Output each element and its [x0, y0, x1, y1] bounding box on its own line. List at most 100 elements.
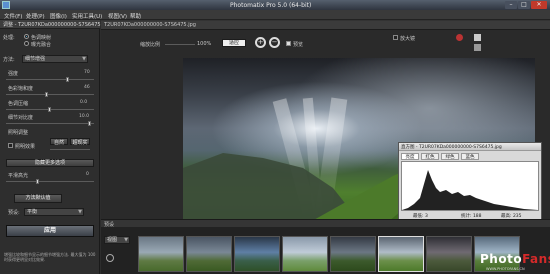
lighting-effects-label: 照明效果 — [15, 144, 36, 150]
zoom-slider-track[interactable] — [165, 44, 195, 45]
slider-knob-tone-compression[interactable] — [48, 107, 51, 112]
chevron-down-icon: ▼ — [78, 209, 82, 215]
document-name: T2UR07KDa000000000-S7S6475.jpg — [104, 22, 196, 28]
process-label: 处理: — [3, 35, 15, 41]
reset-defaults-button[interactable]: 方法默认值 — [14, 194, 62, 203]
zoom-in-icon[interactable]: + — [255, 37, 266, 48]
slider-track-strength[interactable] — [6, 79, 94, 80]
histogram-tab-luminance[interactable]: 亮度 — [401, 153, 419, 160]
slider-label-saturation: 色彩饱和度 — [8, 86, 34, 92]
preset-thumbnail[interactable] — [234, 236, 280, 272]
title-bar: Photomatix Pro 5.0 (64-bit) – □ ✕ — [0, 0, 550, 10]
slider-knob-detail-contrast[interactable] — [88, 121, 91, 126]
hint-text: 增强比较和细节显示的细节增强方法. 最大值为 100 时获得更明显对比效果. — [4, 252, 96, 262]
preset-thumbnail[interactable] — [138, 236, 184, 272]
loupe-label: 放大镜 — [400, 36, 416, 42]
method-select[interactable]: 细节增强 ▼ — [22, 55, 88, 63]
reset-defaults-label: 方法默认值 — [25, 195, 51, 201]
lighting-surreal-button[interactable]: 超现实 — [70, 138, 90, 146]
slider-label-detail-contrast: 细节对比度 — [8, 115, 34, 121]
histogram-graph — [402, 170, 538, 210]
menu-view[interactable]: 视图(V) — [108, 12, 127, 20]
preset-thumbnail-selected[interactable] — [378, 236, 424, 272]
window-title: Photomatix Pro 5.0 (64-bit) — [230, 2, 312, 9]
slider-knob-strength[interactable] — [66, 77, 69, 82]
process-radio-fusion[interactable] — [24, 41, 29, 46]
filmstrip-view-select[interactable]: 视图 ▼ — [104, 236, 130, 244]
preset-select[interactable]: 平衡 ▼ — [24, 208, 84, 216]
record-icon[interactable] — [456, 34, 463, 41]
histogram-plot — [401, 161, 539, 211]
menu-file[interactable]: 文件(F) — [4, 12, 22, 20]
lighting-slider-track[interactable] — [50, 149, 90, 150]
method-value: 细节增强 — [25, 56, 46, 62]
slider-value-tone-compression: 0.0 — [80, 100, 88, 105]
process-radio-tonemap[interactable] — [24, 34, 29, 39]
slider-value-detail-contrast: 10.0 — [79, 114, 90, 119]
preset-thumbnail[interactable] — [186, 236, 232, 272]
preview-label: 预览 — [293, 42, 304, 48]
slider-label-tone-compression: 色调压缩 — [8, 101, 29, 107]
layout-icon[interactable] — [474, 44, 481, 51]
zoom-label: 缩放比例 — [140, 42, 161, 48]
slider-track-detail-contrast[interactable] — [6, 123, 94, 124]
slider-track-saturation[interactable] — [6, 94, 94, 95]
preset-thumbnail[interactable] — [426, 236, 472, 272]
fit-label: 适应 — [228, 40, 239, 46]
minimize-button[interactable]: – — [505, 1, 517, 9]
watermark-photo: Photo — [480, 252, 523, 266]
photofans-watermark: PhotoFans — [480, 252, 550, 266]
method-label: 方法: — [3, 57, 15, 63]
watermark-url: WWW.PHOTOFANS.CN — [486, 267, 525, 271]
app-icon — [2, 1, 10, 9]
show-more-options-label: 隐藏更多选项 — [34, 160, 65, 166]
panel-title: 调整 - T2UR07KDa000000000-S7S6475.jpg — [3, 22, 110, 28]
filmstrip-view-value: 视图 — [107, 237, 118, 243]
histogram-tab-red[interactable]: 红色 — [421, 153, 439, 160]
document-tab-bar: T2UR07KDa000000000-S7S6475.jpg — [101, 21, 550, 30]
histogram-tab-blue[interactable]: 蓝色 — [461, 153, 479, 160]
smooth-highlights-label: 平滑高光 — [8, 173, 29, 179]
menu-image[interactable]: 图像(I) — [50, 12, 67, 20]
lighting-label: 照明调整 — [8, 130, 29, 136]
apply-button[interactable]: 应用 — [6, 225, 94, 237]
menu-utilities[interactable]: 实用工具(U) — [72, 12, 102, 20]
process-option-tonemap: 色调映射 — [31, 35, 52, 41]
chevron-down-icon: ▼ — [82, 56, 86, 62]
process-option-fusion: 曝光融合 — [31, 42, 52, 48]
presets-header: 预设 — [101, 219, 550, 228]
histogram-tab-green[interactable]: 绿色 — [441, 153, 459, 160]
preset-value: 平衡 — [27, 209, 38, 215]
zoom-out-icon[interactable]: − — [269, 37, 280, 48]
histogram-title-bar: 直方图 - T2UR07KDa000000000-S7S6475.jpg — [399, 143, 541, 151]
menu-help[interactable]: 帮助 — [130, 12, 141, 20]
fit-button[interactable]: 适应 — [222, 39, 246, 47]
histogram-title: 直方图 - T2UR07KDa000000000-S7S6475.jpg — [401, 145, 502, 150]
refresh-icon[interactable] — [106, 254, 114, 262]
preset-thumbnail[interactable] — [282, 236, 328, 272]
chevron-down-icon: ▼ — [124, 237, 128, 243]
menu-bar: 文件(F) 处理(P) 图像(I) 实用工具(U) 视图(V) 帮助 — [0, 10, 550, 20]
slider-label-strength: 强度 — [8, 71, 19, 77]
panel-icon[interactable] — [474, 34, 481, 41]
close-button[interactable]: ✕ — [531, 1, 547, 9]
menu-process[interactable]: 处理(P) — [26, 12, 45, 20]
preview-checkbox[interactable] — [286, 41, 291, 46]
show-more-options-button[interactable]: 隐藏更多选项 — [6, 159, 94, 167]
lighting-effects-checkbox[interactable] — [8, 143, 13, 148]
histogram-panel: 直方图 - T2UR07KDa000000000-S7S6475.jpg 亮度 … — [398, 142, 542, 222]
lighting-natural-button[interactable]: 自然 — [50, 138, 68, 146]
panel-header: 调整 - T2UR07KDa000000000-S7S6475.jpg — [0, 20, 110, 29]
smooth-highlights-track[interactable] — [6, 181, 94, 182]
smooth-highlights-knob[interactable] — [36, 179, 39, 184]
slider-value-strength: 70 — [84, 70, 90, 75]
smooth-highlights-value: 0 — [86, 172, 89, 177]
preset-thumbnail[interactable] — [330, 236, 376, 272]
maximize-button[interactable]: □ — [518, 1, 530, 9]
preset-label: 预设: — [8, 210, 20, 216]
loupe-checkbox[interactable] — [393, 35, 398, 40]
slider-knob-saturation[interactable] — [45, 92, 48, 97]
watermark-fans: Fans — [522, 252, 550, 266]
slider-value-saturation: 46 — [84, 85, 90, 90]
apply-label: 应用 — [43, 227, 56, 234]
